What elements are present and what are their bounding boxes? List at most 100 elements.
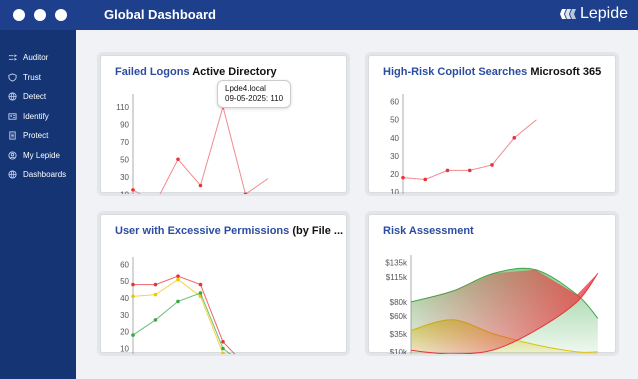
y-tick-label: $35k	[390, 330, 408, 339]
card-title: Failed Logons Active Directory	[115, 66, 277, 78]
page-title: Global Dashboard	[104, 7, 216, 22]
y-tick-label: 70	[120, 138, 129, 147]
card-title: Risk Assessment	[383, 225, 474, 237]
data-point	[176, 274, 180, 278]
sidebar-item-my-lepide[interactable]: My Lepide	[0, 146, 76, 166]
series-line	[132, 104, 269, 194]
series-line	[132, 278, 225, 354]
sidebar-item-label: My Lepide	[23, 150, 60, 160]
y-tick-label: 50	[390, 116, 399, 125]
window-dot-icon[interactable]	[55, 9, 67, 21]
sidebar-item-dashboards[interactable]: Dashboards	[0, 165, 76, 185]
data-point	[131, 282, 135, 287]
y-tick-label: 20	[120, 328, 129, 337]
card-subtitle: (by File ...	[292, 225, 344, 237]
data-point	[176, 277, 180, 282]
sidebar-item-trust[interactable]: Trust	[0, 68, 76, 88]
data-point	[401, 175, 405, 180]
y-tick-label: 110	[116, 103, 129, 112]
globe-icon	[8, 92, 17, 101]
dashboard-main: 1030507090110Mar 5Mar 6Mar 7Mar 8Mar 9 F…	[76, 30, 638, 379]
data-point	[153, 318, 158, 322]
card-title-text: User with Excessive Permissions	[115, 225, 290, 237]
window-dot-icon[interactable]	[34, 9, 46, 21]
sidebar: Auditor Trust Detect Identify Protect My…	[0, 30, 76, 379]
data-point	[131, 333, 135, 337]
y-tick-label: 30	[120, 173, 129, 182]
y-tick-label: 60	[120, 260, 129, 269]
sidebar-item-label: Dashboards	[23, 170, 67, 180]
data-point	[512, 136, 517, 140]
excessive-permissions-card[interactable]: 102030405060Mar 5Mar 6Mar 7Mar 8Mar 9 Us…	[100, 214, 347, 354]
lepide-logo-icon	[559, 9, 576, 19]
chart-tooltip: Lpde4.local 09-05-2025: 110	[217, 80, 292, 108]
y-tick-label: 40	[390, 134, 399, 143]
data-point	[490, 163, 494, 167]
sidebar-item-label: Auditor	[23, 53, 49, 63]
y-tick-label: 10	[120, 345, 129, 354]
risk-assessment-card[interactable]: $135k$115k$80k$60k$35k$10kMar 5Mar 6Mar …	[368, 214, 616, 354]
data-point	[176, 299, 180, 304]
card-title-text: Risk Assessment	[383, 225, 474, 237]
y-tick-label: 10	[120, 190, 129, 194]
y-tick-label: 40	[120, 294, 129, 303]
document-icon	[9, 131, 16, 140]
card-title: High-Risk Copilot Searches Microsoft 365	[383, 66, 601, 78]
card-title: User with Excessive Permissions (by File…	[115, 225, 343, 237]
data-point	[198, 183, 203, 188]
data-point	[221, 351, 225, 354]
card-title-text: Failed Logons	[115, 66, 190, 78]
globe-icon	[8, 170, 17, 179]
y-tick-label: 90	[120, 120, 129, 129]
data-point	[176, 157, 180, 162]
data-point	[198, 282, 203, 287]
data-point	[445, 168, 450, 173]
top-bar: Global Dashboard Lepide	[0, 0, 638, 30]
sidebar-item-protect[interactable]: Protect	[0, 126, 76, 146]
copilot-searches-card[interactable]: 102030405060Mar 5Mar 6Mar 7Mar 8Mar 9 Hi…	[368, 55, 616, 194]
sidebar-item-label: Detect	[23, 92, 47, 102]
data-point	[131, 294, 135, 299]
series-line	[132, 292, 232, 354]
card-title-text: High-Risk Copilot Searches	[383, 66, 528, 78]
tooltip-line: Lpde4.local	[225, 84, 266, 93]
data-point	[198, 291, 203, 295]
tooltip-line: 09-05-2025: 110	[225, 94, 284, 103]
data-point	[243, 192, 248, 194]
shield-icon	[8, 73, 17, 82]
window-dot-icon[interactable]	[13, 9, 25, 21]
data-point	[131, 188, 135, 192]
sidebar-item-label: Identify	[23, 111, 49, 121]
data-point	[153, 292, 158, 297]
data-point	[221, 346, 225, 351]
data-point	[153, 282, 158, 287]
brand-name: Lepide	[579, 5, 628, 22]
auditor-icon	[8, 54, 17, 61]
y-tick-label: $115k	[386, 273, 408, 282]
card-icon	[8, 113, 17, 120]
y-tick-label: 10	[390, 188, 399, 194]
y-tick-label: $60k	[390, 312, 408, 321]
y-tick-label: $80k	[390, 298, 408, 307]
sidebar-item-detect[interactable]: Detect	[0, 87, 76, 107]
series-line	[133, 275, 236, 354]
card-subtitle: Microsoft 365	[530, 66, 602, 78]
y-tick-label: 50	[120, 277, 129, 286]
y-tick-label: 50	[120, 155, 129, 164]
y-tick-label: 60	[390, 98, 399, 107]
y-tick-label: $135k	[385, 259, 408, 268]
failed-logons-card[interactable]: 1030507090110Mar 5Mar 6Mar 7Mar 8Mar 9 F…	[100, 55, 347, 194]
data-point	[423, 177, 428, 182]
card-subtitle: Active Directory	[192, 66, 277, 78]
sidebar-item-label: Trust	[23, 72, 41, 82]
brand-logo: Lepide	[559, 5, 628, 23]
y-tick-label: $10k	[390, 348, 408, 354]
sidebar-item-auditor[interactable]: Auditor	[0, 48, 76, 68]
y-tick-label: 20	[390, 170, 399, 179]
y-tick-label: 30	[120, 311, 129, 320]
data-point	[467, 168, 472, 173]
user-icon	[8, 151, 17, 160]
sidebar-item-identify[interactable]: Identify	[0, 107, 76, 127]
y-tick-label: 30	[390, 152, 399, 161]
data-point	[221, 340, 225, 344]
